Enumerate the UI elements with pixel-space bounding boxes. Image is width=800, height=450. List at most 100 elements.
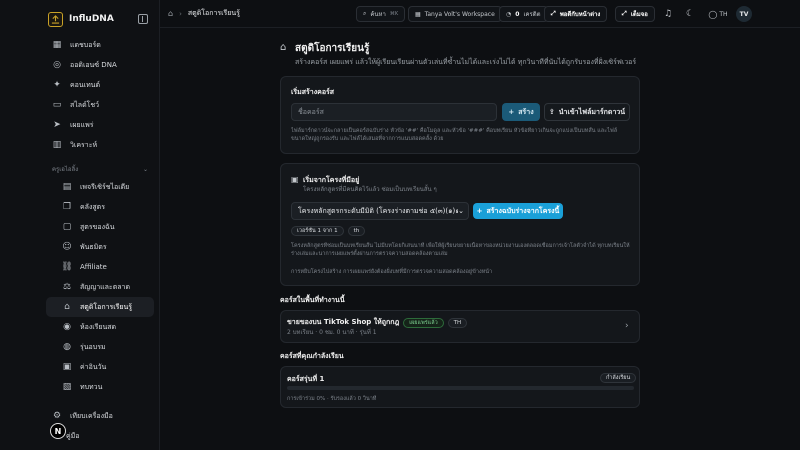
fit-window-button[interactable]: ⤢ พอดีกับหน้าต่าง <box>544 6 608 22</box>
bell-icon[interactable]: ♫ <box>662 8 674 20</box>
my-courses-heading: คอร์สในพื้นที่ทำงานนี้ <box>280 296 345 304</box>
link-icon: ⛓ <box>61 262 73 272</box>
sidebar-item-partners[interactable]: ☺ พันธมิตร <box>46 237 154 257</box>
status-badge: เผยแพร่แล้ว <box>403 317 444 328</box>
enrolled-course-title: คอร์สรุ่นที่ 1 <box>287 375 325 383</box>
sidebar-item-audience-dna[interactable]: ◎ ออดิเอนซ์ DNA <box>46 55 154 75</box>
sidebar-item-slideshow[interactable]: ▭ สไลด์โชว์ <box>46 95 154 115</box>
language-tag: th <box>347 226 366 236</box>
logo-icon <box>48 11 63 27</box>
sidebar-item-publish[interactable]: ➤ เผยแพร่ <box>46 115 154 135</box>
sidebar: InfluDNA ▦ แดชบอร์ด ◎ ออดิเอนซ์ DNA ✦ คอนเท… <box>0 0 160 450</box>
search-button[interactable]: ⌕ ค้นหา ⌘K <box>356 6 406 22</box>
users-icon: ☺ <box>62 242 72 252</box>
status-badge: กำลังเรียน <box>600 373 637 383</box>
credits-badge[interactable]: ◔ 0 เครดิต <box>499 6 548 22</box>
template-tags: เวอร์ชัน 1 จาก 1 th <box>291 226 366 236</box>
building-icon: ▦ <box>415 10 421 18</box>
workspace-switcher[interactable]: ▦ Tanya Volt's Workspace <box>408 6 502 22</box>
send-icon: ➤ <box>53 120 61 130</box>
language-switcher[interactable]: ◯ TH <box>706 8 730 20</box>
create-card-title: เริ่มสร้างคอร์ส <box>291 88 335 96</box>
chevron-right-icon: › <box>179 9 182 18</box>
chevron-right-icon: › <box>625 321 629 331</box>
sidebar-collapse-icon[interactable] <box>138 14 148 24</box>
brand[interactable]: InfluDNA <box>48 10 114 28</box>
enrolled-course-meta: การเข้าร่วม 0% · รับรองแล้ว 0 วินาที <box>287 396 377 402</box>
page-title: สตูดิโอการเรียนรู้ <box>295 43 370 54</box>
sidebar-item-daily[interactable]: ▣ ค่าอินวัน <box>46 357 154 377</box>
import-markdown-button[interactable]: ⇪ นำเข้าไฟล์มาร์กดาวน์ <box>544 103 630 121</box>
review-icon: ▧ <box>62 382 72 392</box>
sidebar-item-tools[interactable]: ⚙ เทียบเครื่องมือ <box>46 406 154 426</box>
calendar-icon: ▣ <box>62 362 72 372</box>
course-row-header: ขายของบน TikTok Shop ให้ถูกกฎ เผยแพร่แล้… <box>287 317 468 328</box>
main-nav: ▦ แดชบอร์ด ◎ ออดิเอนซ์ DNA ✦ คอนเทนต์ ▭ สไลด… <box>46 35 154 397</box>
coin-icon: ◔ <box>506 10 512 18</box>
plus-icon: + <box>508 108 515 116</box>
table-icon: ▤ <box>62 182 72 192</box>
fullscreen-button[interactable]: ⤢ เต็มจอ <box>615 6 655 22</box>
sidebar-item-review[interactable]: ▧ ทบทวน <box>46 377 154 397</box>
home-icon[interactable]: ⌂ <box>168 9 173 18</box>
create-card-hint: ไฟล์มาร์กดาวน์จะกลายเป็นคอร์สฉบับร่าง หั… <box>291 128 618 142</box>
progress-bar <box>287 386 634 390</box>
globe-icon: ◯ <box>708 9 718 19</box>
slides-icon: ▭ <box>52 100 62 110</box>
chevron-down-icon: ⌄ <box>142 165 148 173</box>
language-badge: TH <box>447 317 468 328</box>
graduation-icon: ⌂ <box>280 42 287 53</box>
contract-icon: ⚖ <box>62 282 72 292</box>
sidebar-item-dashboard[interactable]: ▦ แดชบอร์ด <box>46 35 154 55</box>
sidebar-item-contracts[interactable]: ⚖ สัญญาและตลาด <box>46 277 154 297</box>
template-card-subtitle: โครงหลักสูตรที่มีคนคิดไว้แล้ว ซ่อมเป็นบท… <box>303 186 437 193</box>
upload-icon: ⇪ <box>548 108 555 116</box>
file-icon: ▢ <box>62 222 72 232</box>
search-icon: ⌕ <box>363 10 367 17</box>
expand-icon: ⤢ <box>551 10 556 17</box>
create-button[interactable]: + สร้าง <box>502 103 540 121</box>
fullscreen-icon: ⤢ <box>622 10 627 17</box>
template-card: ▣ เริ่มจากโครงที่มีอยู่ โครงหลักสูตรที่ม… <box>280 163 640 286</box>
sidebar-item-content[interactable]: ✦ คอนเทนต์ <box>46 75 154 95</box>
topbar: ⌂ › สตูดิโอการเรียนรู้ ⌕ ค้นหา ⌘K ▦ Tany… <box>160 0 800 28</box>
chevron-down-icon: ⌄ <box>458 207 464 215</box>
grid-icon: ▦ <box>52 40 62 50</box>
generate-draft-button[interactable]: + สร้างฉบับร่างจากโครงนี้ <box>473 203 563 219</box>
user-avatar[interactable]: TV <box>736 6 752 22</box>
in-progress-heading: คอร์สที่คุณกำลังเรียน <box>280 352 344 360</box>
sidebar-item-my-formulas[interactable]: ▢ สูตรของฉัน <box>46 217 154 237</box>
template-description: โครงหลักสูตรที่ซ่อมเป็นบทเรียนสั้น ไม่มี… <box>291 243 630 257</box>
dna-icon: ◎ <box>53 60 61 70</box>
sidebar-item-analytics[interactable]: ▥ วิเคราะห์ <box>46 135 154 155</box>
chart-icon: ▥ <box>52 140 62 150</box>
graduation-icon: ⌂ <box>64 302 70 312</box>
sidebar-item-learning-studio[interactable]: ⌂ สตูดิโอการเรียนรู้ <box>46 297 154 317</box>
sidebar-item-live-class[interactable]: ◉ ห้องเรียนสด <box>46 317 154 337</box>
moon-icon[interactable]: ☾ <box>684 8 696 20</box>
settings-icon: ⚙ <box>52 411 62 421</box>
course-row[interactable]: ขายของบน TikTok Shop ให้ถูกกฎ เผยแพร่แล้… <box>280 310 640 343</box>
sidebar-item-cohorts[interactable]: ◍ รุ่นอบรม <box>46 337 154 357</box>
sidebar-section-header[interactable]: ครูเอไอลิ้ง ⌄ <box>46 161 154 177</box>
enrolled-course-card[interactable]: คอร์สรุ่นที่ 1 กำลังเรียน การเข้าร่วม 0%… <box>280 366 640 408</box>
template-select[interactable]: โครงหลักสูตรกระดับมีมิติ (โครงร่างตามช่อ… <box>291 202 469 220</box>
template-footnote: การหยิบโครงไปสร้าง การเผยแพร่ยังต้องฝั่ง… <box>291 269 493 275</box>
breadcrumb-current: สตูดิโอการเรียนรู้ <box>187 9 240 17</box>
template-card-title: เริ่มจากโครงที่มีอยู่ <box>303 176 360 184</box>
sidebar-item-affiliate[interactable]: ⛓ Affiliate <box>46 257 154 277</box>
course-meta: 2 บทเรียน · 0 ชม. 0 นาที · รุ่นที่ 1 <box>287 329 377 336</box>
course-title: ขายของบน TikTok Shop ให้ถูกกฎ <box>287 318 400 326</box>
plus-icon: + <box>476 207 483 215</box>
create-course-card: เริ่มสร้างคอร์ส ชื่อคอร์ส + สร้าง ⇪ นำเข… <box>280 76 640 154</box>
sidebar-item-idea-research[interactable]: ▤ เพจรีเซิร์ชไอเดีย <box>46 177 154 197</box>
template-icon: ▣ <box>291 175 299 184</box>
brand-name: InfluDNA <box>69 14 114 24</box>
cohort-icon: ◍ <box>63 342 71 352</box>
avatar[interactable]: N <box>50 423 66 439</box>
sparkles-icon: ✦ <box>53 80 61 90</box>
course-name-input[interactable]: ชื่อคอร์ส <box>291 103 497 121</box>
sidebar-item-formula-library[interactable]: ❐ คลังสูตร <box>46 197 154 217</box>
page-subtitle: สร้างคอร์ส เผยแพร่ แล้วให้ผู้เรียนเรียนผ… <box>295 58 637 66</box>
breadcrumb: ⌂ › สตูดิโอการเรียนรู้ <box>168 8 240 19</box>
